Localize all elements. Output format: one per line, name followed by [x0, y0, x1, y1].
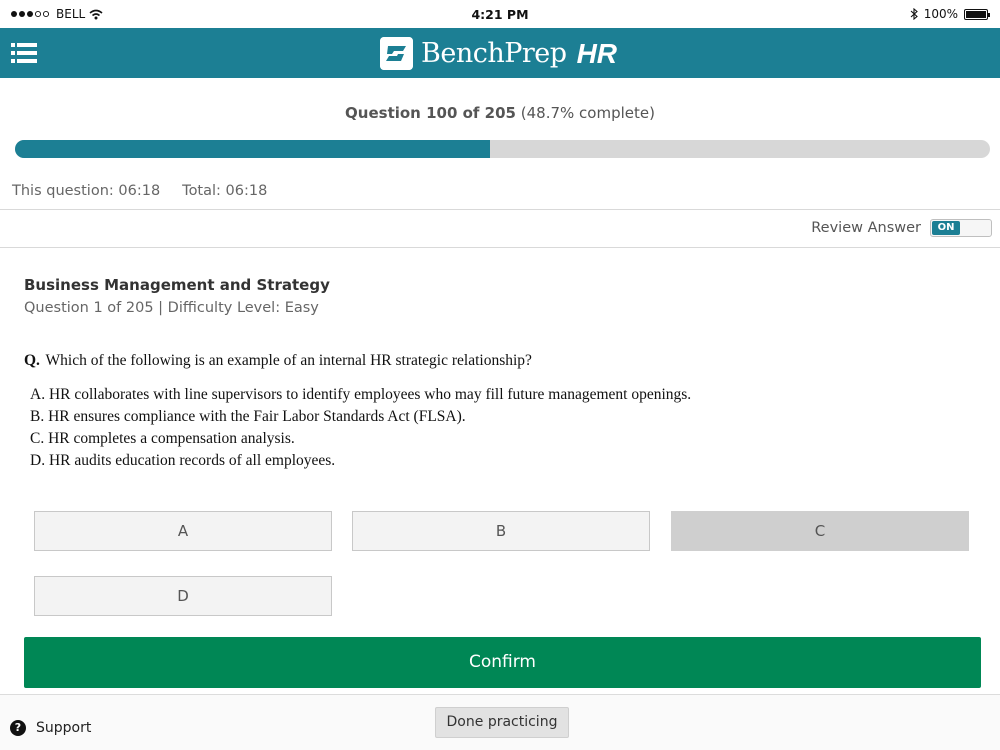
footer: ? Support Done practicing	[0, 694, 1000, 750]
brand-name: BenchPrep	[421, 38, 567, 69]
app-header: BenchPrep HR	[0, 28, 1000, 78]
benchprep-logo-icon	[380, 37, 413, 70]
answer-button-d[interactable]: D	[34, 576, 332, 616]
question-circle-icon: ?	[10, 720, 26, 736]
question-meta: Question 1 of 205 | Difficulty Level: Ea…	[24, 300, 319, 316]
progress-bar	[15, 140, 990, 158]
battery-icon	[964, 8, 990, 20]
status-bar: BELL 4:21 PM 100%	[0, 0, 1000, 28]
answer-options-list: A. HR collaborates with line supervisors…	[30, 384, 691, 472]
review-answer-label: Review Answer	[811, 220, 921, 236]
clock: 4:21 PM	[471, 7, 529, 22]
answer-button-a[interactable]: A	[34, 511, 332, 551]
question-category: Business Management and Strategy	[24, 276, 330, 294]
total-timer: Total: 06:18	[182, 183, 268, 199]
done-practicing-button[interactable]: Done practicing	[435, 707, 569, 738]
divider	[0, 247, 1000, 248]
answer-button-b[interactable]: B	[352, 511, 650, 551]
question-body: Which of the following is an example of …	[45, 352, 532, 369]
battery-percent: 100%	[923, 7, 958, 21]
question-timer: This question: 06:18	[12, 183, 161, 199]
brand-logo: BenchPrep HR	[380, 37, 617, 70]
option-text-d: D. HR audits education records of all em…	[30, 452, 336, 469]
progress-percent: (48.7% complete)	[520, 104, 655, 122]
support-label: Support	[36, 720, 92, 736]
option-text-a: A. HR collaborates with line supervisors…	[30, 386, 692, 403]
brand-suffix: HR	[576, 37, 618, 69]
question-text: Q. Which of the following is an example …	[24, 352, 532, 370]
status-right: 100%	[910, 7, 990, 21]
bluetooth-icon	[910, 8, 918, 20]
divider	[0, 209, 1000, 210]
review-answer-toggle[interactable]: ON	[930, 219, 992, 237]
question-prefix: Q.	[24, 352, 40, 369]
option-text-c: C. HR completes a compensation analysis.	[30, 430, 295, 447]
progress-label: Question 100 of 205 (48.7% complete)	[0, 104, 1000, 122]
list-menu-icon[interactable]	[11, 42, 37, 64]
progress-fill	[15, 140, 490, 158]
progress-count: Question 100 of 205	[345, 104, 516, 122]
toggle-on-label: ON	[932, 221, 960, 235]
review-answer-control: Review Answer ON	[811, 219, 992, 237]
confirm-button[interactable]: Confirm	[24, 637, 981, 688]
option-text-b: B. HR ensures compliance with the Fair L…	[30, 408, 466, 425]
support-link[interactable]: ? Support	[10, 720, 91, 736]
answer-button-c[interactable]: C	[671, 511, 969, 551]
timers: This question: 06:18 Total: 06:18	[12, 183, 267, 199]
